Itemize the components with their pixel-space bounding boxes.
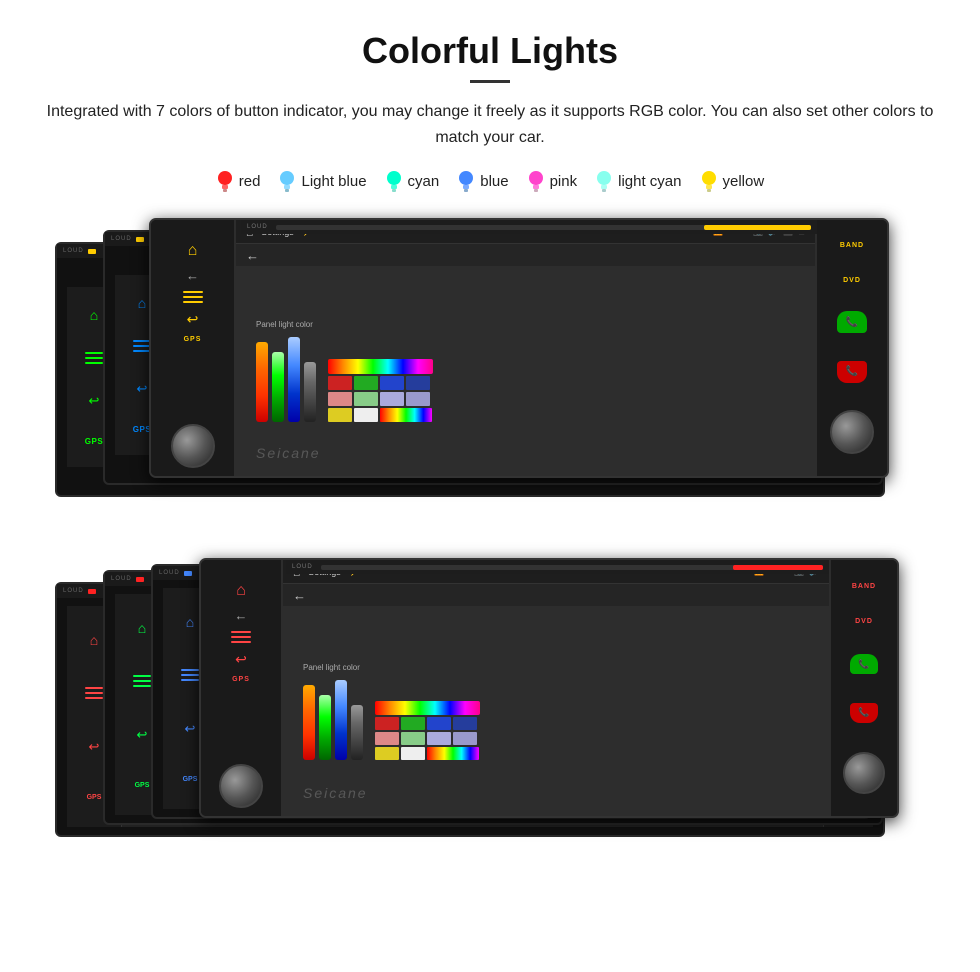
color-label-lightcyan: light cyan [618,173,681,190]
bulb-icon-cyan [385,168,403,194]
bottom-device-group: LOUD ⌂ ↩ GPS [55,558,925,863]
panel-light-label-bottom: Panel light color [303,663,360,672]
back-arrow-top[interactable]: ← [246,248,259,263]
color-label-lightblue: Light blue [301,173,366,190]
page-title: Colorful Lights [40,30,940,72]
panel-light-label-top: Panel light color [256,320,313,329]
left-panel-top: ⌂ ← ↩ GPS [151,220,236,476]
bulb-icon-red [216,168,234,194]
color-label-red: red [239,173,261,190]
color-item-lightcyan: light cyan [595,168,681,194]
band-label-bottom: BAND [852,583,876,590]
bulb-icon-pink [527,168,545,194]
main-stereo-bottom: LOUD ⌂ ← ↩ GPS [199,558,899,818]
title-section: Colorful Lights Integrated with 7 colors… [40,30,940,150]
right-panel-top: BAND DVD 📞 📞 [815,220,887,476]
dvd-label-top: DVD [843,277,861,284]
top-device-group: LOUD ⌂ ↩ GPS LOUD [55,218,925,518]
color-item-pink: pink [527,168,578,194]
bulb-icon-lightblue [278,168,296,194]
title-divider [470,80,510,83]
bulb-icon-yellow [700,168,718,194]
color-label-blue: blue [480,173,508,190]
color-item-blue: blue [457,168,508,194]
bulb-icon-lightcyan [595,168,613,194]
colors-row: red Light blue cyan [40,168,940,194]
back-arrow-bottom[interactable]: ← [293,588,306,603]
main-stereo-top: LOUD ⌂ ← ↩ GPS [149,218,889,478]
left-panel-bottom: ⌂ ← ↩ GPS [201,560,283,816]
center-screen-top: ⌂ Settings ⚡ ✦ 📶 14:40 📷 🔊 ⬛ ⊡ [236,220,815,476]
color-label-cyan: cyan [408,173,440,190]
page-container: Colorful Lights Integrated with 7 colors… [0,0,980,893]
seicane-watermark-bottom: Seicane [303,785,368,801]
dvd-label-bottom: DVD [855,618,873,625]
color-item-cyan: cyan [385,168,440,194]
color-item-red: red [216,168,261,194]
center-screen-bottom: ⌂ Settings ⚡ ✦ 📶 14:40 📷 🔊 ← [283,560,829,816]
color-item-lightblue: Light blue [278,168,366,194]
devices-section: LOUD ⌂ ↩ GPS LOUD [40,218,940,863]
color-item-yellow: yellow [700,168,765,194]
band-label-top: BAND [840,242,864,249]
seicane-watermark-top: Seicane [256,445,321,461]
color-label-yellow: yellow [723,173,765,190]
page-description: Integrated with 7 colors of button indic… [40,99,940,150]
bulb-icon-blue [457,168,475,194]
right-panel-bottom: BAND DVD 📞 📞 [829,560,897,816]
color-label-pink: pink [550,173,578,190]
